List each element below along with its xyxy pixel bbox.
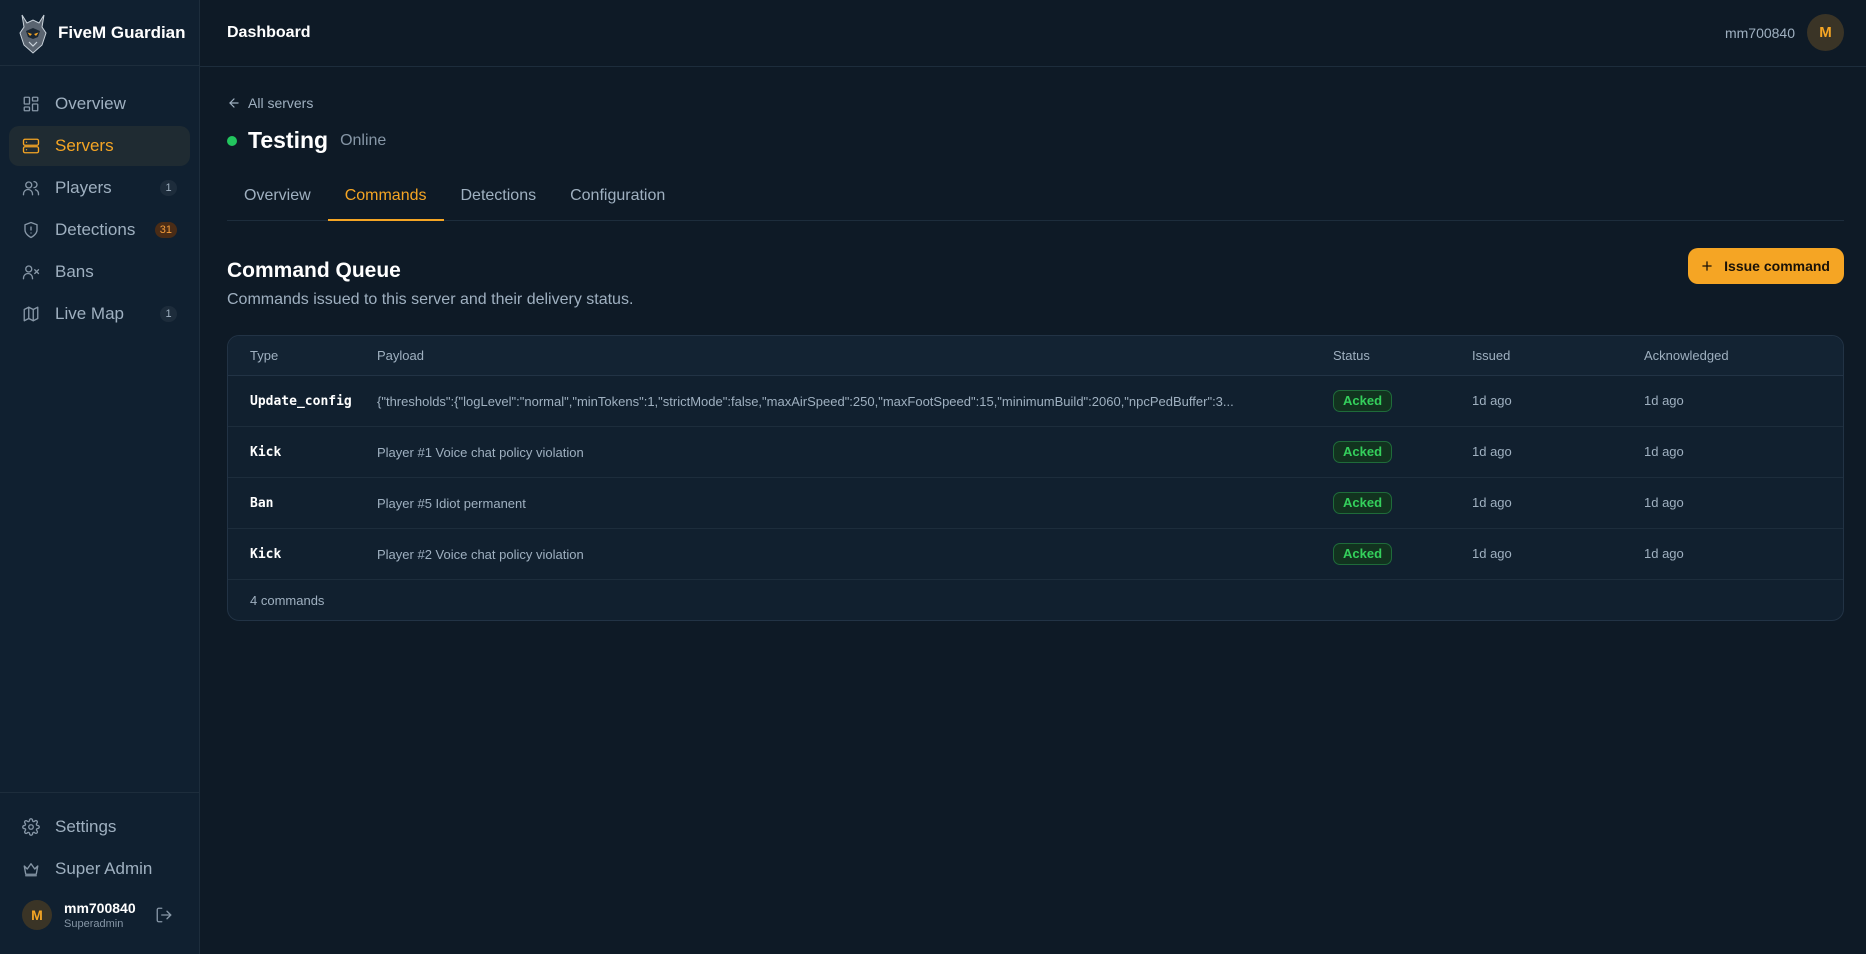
top-bar: Dashboard mm700840 M — [200, 0, 1866, 67]
command-type: Update_config — [250, 394, 352, 409]
acknowledged-time: 1d ago — [1644, 444, 1684, 459]
status-badge: Acked — [1333, 441, 1393, 463]
command-type: Kick — [250, 547, 282, 562]
sidebar-item-settings[interactable]: Settings — [9, 807, 190, 847]
sidebar-item-detections[interactable]: Detections 31 — [9, 210, 190, 250]
sidebar: FiveM Guardian Overview Servers Players … — [0, 0, 200, 954]
sidebar-item-label: Servers — [55, 136, 114, 155]
user-meta: mm700840 Superadmin — [64, 900, 136, 930]
avatar[interactable]: M — [1807, 14, 1844, 51]
column-header-payload[interactable]: Payload — [377, 348, 1333, 363]
section-title: Command Queue — [227, 259, 401, 282]
sidebar-user: M mm700840 Superadmin — [22, 898, 185, 932]
sidebar-item-label: Overview — [55, 94, 126, 113]
online-status-dot — [227, 135, 237, 146]
sidebar-item-overview[interactable]: Overview — [9, 84, 190, 124]
command-type: Ban — [250, 496, 274, 511]
all-servers-link[interactable]: All servers — [227, 95, 313, 111]
sidebar-item-servers[interactable]: Servers — [9, 126, 190, 166]
arrow-left-icon — [229, 98, 239, 108]
server-icon — [22, 137, 40, 155]
sidebar-nav: Overview Servers Players 1 Detections 31 — [0, 66, 199, 334]
section-subtitle: Commands issued to this server and their… — [227, 291, 634, 308]
header-username: mm700840 — [1724, 24, 1795, 41]
issue-command-label: Issue command — [1724, 258, 1830, 274]
sidebar-item-label: Super Admin — [55, 859, 153, 878]
server-name: Testing — [248, 127, 329, 153]
acknowledged-time: 1d ago — [1644, 495, 1684, 510]
server-header: Testing Online — [227, 127, 386, 154]
logout-icon[interactable] — [155, 906, 173, 924]
sidebar-item-bans[interactable]: Bans — [9, 252, 190, 292]
table-footer: 4 commands — [250, 592, 325, 608]
column-header-type[interactable]: Type — [228, 348, 377, 363]
tab-detections[interactable]: Detections — [444, 170, 554, 220]
server-tabs: Overview Commands Detections Configurati… — [227, 170, 1844, 221]
crown-icon — [22, 860, 40, 878]
command-payload: Player #5 Idiot permanent — [377, 495, 526, 511]
sidebar-item-players[interactable]: Players 1 — [9, 168, 190, 208]
tab-commands[interactable]: Commands — [327, 170, 444, 221]
gear-icon — [22, 818, 40, 836]
table-row[interactable]: Update_config {"thresholds":{"logLevel":… — [228, 376, 1843, 427]
acknowledged-time: 1d ago — [1644, 546, 1684, 561]
issued-time: 1d ago — [1472, 393, 1512, 408]
sidebar-item-label: Bans — [55, 262, 94, 281]
sidebar-item-super-admin[interactable]: Super Admin — [9, 849, 190, 889]
user-x-icon — [22, 263, 40, 281]
user-role: Superadmin — [64, 918, 124, 930]
issued-time: 1d ago — [1472, 444, 1512, 459]
issued-time: 1d ago — [1472, 546, 1512, 561]
sidebar-item-label: Settings — [55, 817, 117, 836]
users-icon — [22, 179, 40, 197]
acknowledged-time: 1d ago — [1644, 393, 1684, 408]
table-header: Type Payload Status Issued Acknowledged — [228, 336, 1843, 376]
column-header-issued[interactable]: Issued — [1472, 348, 1644, 363]
issued-time: 1d ago — [1472, 495, 1512, 510]
sidebar-footer: Settings Super Admin M mm700840 Superadm… — [0, 792, 199, 954]
status-badge: Acked — [1333, 390, 1393, 412]
command-payload: {"thresholds":{"logLevel":"normal","minT… — [377, 393, 1234, 409]
status-badge: Acked — [1333, 543, 1393, 565]
sidebar-item-label: Live Map — [55, 304, 124, 323]
plus-icon — [1702, 261, 1712, 271]
back-link-label: All servers — [248, 95, 314, 111]
status-badge: Acked — [1333, 492, 1393, 514]
shield-icon — [22, 221, 40, 239]
tab-configuration[interactable]: Configuration — [553, 170, 682, 220]
brand[interactable]: FiveM Guardian — [0, 0, 199, 66]
detections-count-badge: 31 — [154, 222, 177, 238]
user-name: mm700840 — [64, 900, 136, 916]
command-table: Type Payload Status Issued Acknowledged … — [227, 335, 1844, 621]
sidebar-item-label: Detections — [55, 220, 136, 239]
table-row[interactable]: Kick Player #1 Voice chat policy violati… — [228, 427, 1843, 478]
grid-icon — [22, 95, 40, 113]
sidebar-item-live-map[interactable]: Live Map 1 — [9, 294, 190, 334]
brand-name: FiveM Guardian — [58, 22, 186, 42]
sidebar-item-label: Players — [55, 178, 112, 197]
column-header-acknowledged[interactable]: Acknowledged — [1644, 348, 1843, 363]
players-count-badge: 1 — [160, 180, 177, 196]
map-icon — [22, 305, 40, 323]
issue-command-button[interactable]: Issue command — [1688, 248, 1844, 284]
page-title: Dashboard — [227, 24, 311, 41]
command-payload: Player #1 Voice chat policy violation — [377, 444, 584, 460]
server-status: Online — [340, 131, 387, 149]
guardian-logo-icon — [18, 11, 48, 55]
header-user[interactable]: mm700840 M — [1725, 14, 1844, 51]
avatar[interactable]: M — [22, 900, 52, 930]
tab-overview[interactable]: Overview — [227, 170, 328, 220]
table-row[interactable]: Ban Player #5 Idiot permanent Acked 1d a… — [228, 478, 1843, 529]
table-row[interactable]: Kick Player #2 Voice chat policy violati… — [228, 529, 1843, 580]
column-header-status[interactable]: Status — [1333, 348, 1472, 363]
live-map-count-badge: 1 — [160, 306, 177, 322]
command-payload: Player #2 Voice chat policy violation — [377, 546, 584, 562]
command-type: Kick — [250, 445, 282, 460]
